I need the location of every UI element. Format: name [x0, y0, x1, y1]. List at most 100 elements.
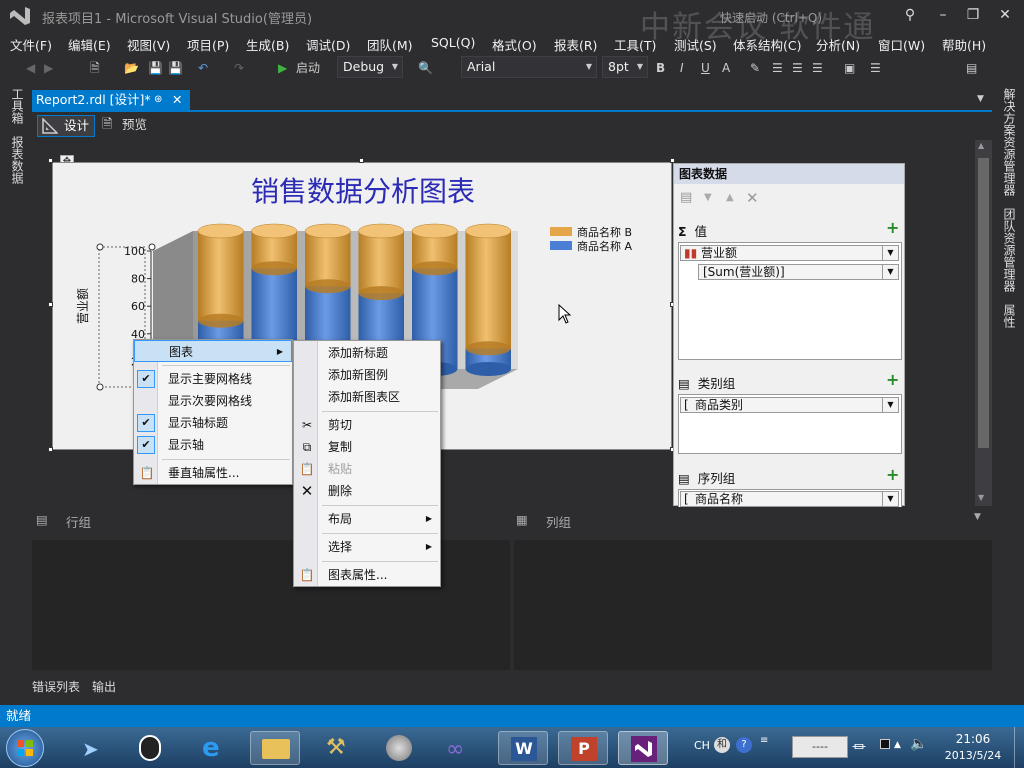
help-icon[interactable]: ? [736, 737, 752, 753]
taskbar-sql-icon[interactable] [374, 731, 424, 765]
align-center-icon[interactable]: ☰ [792, 59, 803, 77]
list-icon[interactable]: ☰ [870, 59, 881, 77]
pin-icon[interactable]: ⊛ [154, 90, 162, 110]
taskbar-tools-icon[interactable]: ⚒ [312, 731, 362, 765]
clock-date[interactable]: 2013/5/24 [936, 749, 1010, 762]
underline-button[interactable]: U [701, 59, 710, 77]
menu-debug[interactable]: 调试(D) [306, 35, 350, 54]
search-icon[interactable]: ⚲ [895, 4, 925, 26]
value-field-row[interactable]: ▮▮ 营业额 ▼ [680, 245, 899, 261]
chevron-down-icon[interactable]: ▼ [882, 265, 898, 279]
menu-file[interactable]: 文件(F) [10, 35, 52, 54]
resize-handle[interactable] [48, 302, 53, 307]
italic-button[interactable]: I [680, 59, 684, 77]
forward-icon[interactable]: ▶ [44, 59, 53, 77]
restore-button[interactable]: ❐ [958, 4, 988, 26]
menu-item-vertical-axis-properties[interactable]: 📋 垂直轴属性... [134, 462, 292, 484]
back-icon[interactable]: ◀ [26, 59, 35, 77]
add-series-icon[interactable]: + [886, 465, 899, 484]
border-icon[interactable]: ▣ [844, 59, 855, 77]
axis-title-handle[interactable] [96, 383, 104, 391]
resize-handle[interactable] [359, 158, 364, 163]
scroll-up-icon[interactable]: ▲ [978, 141, 984, 150]
menu-tools[interactable]: 工具(T) [614, 35, 656, 54]
taskbar-qq-icon[interactable] [124, 731, 174, 765]
properties-tab[interactable]: 属性 [1001, 304, 1018, 328]
resize-handle[interactable] [48, 447, 53, 452]
taskbar-ie-icon[interactable]: e [188, 731, 238, 765]
chevron-down-icon[interactable]: ▼ [882, 246, 898, 260]
menu-test[interactable]: 测试(S) [674, 35, 717, 54]
volume-icon[interactable]: 🔈 [910, 736, 927, 752]
axis-title-handle[interactable] [148, 243, 156, 251]
ime-options-icon[interactable]: ≡ [760, 735, 768, 746]
category-field-row[interactable]: [ 商品类别 ▼ [680, 397, 899, 413]
menu-edit[interactable]: 编辑(E) [68, 35, 111, 54]
design-tab-button[interactable]: 设计 [37, 115, 95, 137]
solution-explorer-tab[interactable]: 解决方案资源管理器 [1001, 88, 1018, 196]
column-groups-list[interactable] [514, 540, 992, 670]
minimize-button[interactable]: – [928, 4, 958, 26]
bar-series-b[interactable] [198, 231, 244, 321]
preview-tab-button[interactable]: 🗎 预览 [100, 115, 160, 137]
taskbar-powerpoint-icon[interactable]: P [558, 731, 608, 765]
menu-help[interactable]: 帮助(H) [942, 35, 986, 54]
menu-item-chart-properties[interactable]: 📋 图表属性... [294, 564, 440, 586]
report-data-tab[interactable]: 报表数据 [9, 136, 26, 184]
save-all-icon[interactable]: 💾 [168, 59, 183, 77]
language-indicator[interactable]: CH [694, 739, 710, 752]
menu-item-cut[interactable]: ✂ 剪切 [294, 414, 440, 436]
move-down-icon[interactable]: ▼ [704, 192, 712, 203]
menu-item-add-legend[interactable]: 添加新图例 [294, 364, 440, 386]
menu-item-add-chart-area[interactable]: 添加新图表区 [294, 386, 440, 408]
bold-button[interactable]: B [656, 59, 665, 77]
ime-icon[interactable]: 和 [714, 737, 730, 753]
taskbar-bird-app-icon[interactable]: ➤ [68, 731, 118, 765]
start-debug-icon[interactable]: ▶ [278, 59, 287, 77]
close-tab-icon[interactable]: ✕ [172, 90, 182, 110]
tab-overflow-icon[interactable]: ▼ [977, 94, 984, 104]
toolbox-tab[interactable]: 工具箱 [9, 88, 26, 124]
bar-series-b[interactable] [305, 231, 351, 287]
font-family-dropdown[interactable]: Arial ▼ [461, 56, 597, 78]
menu-sql[interactable]: SQL(Q) [431, 35, 475, 50]
open-file-icon[interactable]: 📂 [124, 59, 139, 77]
menu-item-paste[interactable]: 📋 粘贴 [294, 458, 440, 480]
config-dropdown[interactable]: Debug ▼ [337, 56, 403, 78]
menu-view[interactable]: 视图(V) [127, 35, 170, 54]
menu-item-layout[interactable]: 布局 ▶ [294, 508, 440, 530]
layout-icon[interactable]: ▤ [966, 59, 977, 77]
delete-icon[interactable]: ✕ [746, 189, 759, 207]
quick-launch-input[interactable]: 快速启动 (Ctrl+Q) [720, 9, 822, 26]
output-tab[interactable]: 输出 [92, 678, 116, 695]
chevron-down-icon[interactable]: ▼ [882, 398, 898, 412]
menu-item-show-major-gridlines[interactable]: ✔ 显示主要网格线 [134, 368, 292, 390]
menu-item-show-axis-title[interactable]: ✔ 显示轴标题 [134, 412, 292, 434]
menu-item-add-title[interactable]: 添加新标题 [294, 342, 440, 364]
taskbar-vs-icon-2[interactable]: ∞ [436, 731, 486, 765]
menu-build[interactable]: 生成(B) [246, 35, 289, 54]
tray-display[interactable]: ---- [792, 736, 848, 758]
value-expression-row[interactable]: [Sum(营业额)] ▼ [698, 264, 899, 280]
menu-architecture[interactable]: 体系结构(C) [733, 35, 801, 54]
find-icon[interactable]: 🔍 [418, 59, 433, 77]
menu-project[interactable]: 项目(P) [187, 35, 229, 54]
series-field-row[interactable]: [ 商品名称 ▼ [680, 491, 899, 507]
move-up-icon[interactable]: ▲ [726, 192, 734, 203]
save-icon[interactable]: 💾 [148, 59, 163, 77]
menu-item-show-axis[interactable]: ✔ 显示轴 [134, 434, 292, 456]
menu-item-copy[interactable]: ⧉ 复制 [294, 436, 440, 458]
chevron-down-icon[interactable]: ▼ [882, 492, 898, 506]
add-value-icon[interactable]: + [886, 218, 899, 237]
chart-title[interactable]: 销售数据分析图表 [251, 175, 475, 208]
menu-item-select[interactable]: 选择 ▶ [294, 536, 440, 558]
font-color-button[interactable]: A [722, 59, 730, 77]
tray-square-icon[interactable] [880, 739, 890, 749]
clock-time[interactable]: 21:06 [946, 732, 1000, 746]
close-window-button[interactable]: ✕ [990, 4, 1020, 26]
font-size-dropdown[interactable]: 8pt ▼ [602, 56, 648, 78]
axis-title-handle[interactable] [96, 243, 104, 251]
power-plug-icon[interactable]: ⏛ [852, 737, 866, 757]
taskbar-visual-studio-icon[interactable] [618, 731, 668, 765]
taskbar-explorer-icon[interactable] [250, 731, 300, 765]
